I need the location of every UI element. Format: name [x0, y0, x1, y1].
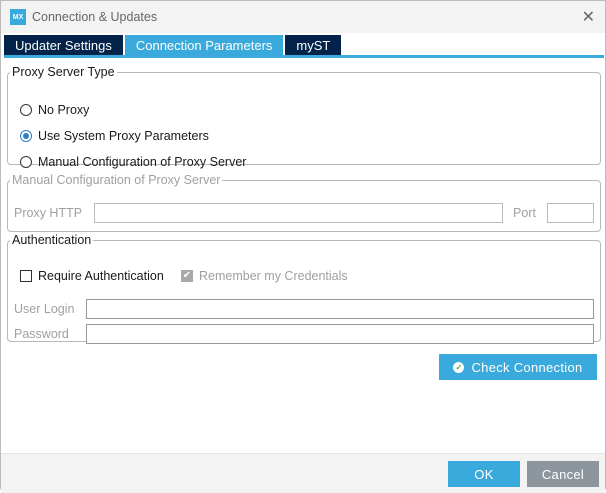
group-legend: Manual Configuration of Proxy Server [12, 173, 221, 187]
check-circle-icon: ✓ [453, 361, 465, 373]
checkbox-label: Remember my Credentials [199, 269, 348, 283]
user-login-label: User Login [14, 302, 75, 316]
password-input[interactable] [86, 324, 594, 344]
tab-myst[interactable]: myST [285, 35, 342, 55]
check-connection-button[interactable]: ✓ Check Connection [439, 354, 597, 380]
radio-system-proxy[interactable]: Use System Proxy Parameters [20, 129, 209, 143]
group-legend: Authentication [12, 233, 92, 247]
ok-button[interactable]: OK [448, 461, 520, 487]
close-icon[interactable]: ✕ [582, 7, 595, 27]
password-label: Password [14, 327, 69, 341]
window-title: Connection & Updates [32, 10, 158, 24]
user-login-input[interactable] [86, 299, 594, 319]
connection-updates-dialog: MX Connection & Updates ✕ Updater Settin… [0, 0, 606, 493]
port-input[interactable] [547, 203, 594, 223]
authentication-group: Authentication Require Authentication ✔ R… [7, 233, 601, 344]
radio-manual-proxy[interactable]: Manual Configuration of Proxy Server [20, 155, 246, 169]
remember-credentials-checkbox[interactable]: ✔ Remember my Credentials [181, 269, 348, 283]
tab-bar: Updater Settings Connection Parameters m… [4, 35, 343, 55]
radio-label: No Proxy [38, 103, 90, 117]
radio-label: Use System Proxy Parameters [38, 129, 209, 143]
require-authentication-checkbox[interactable]: Require Authentication [20, 269, 164, 283]
radio-no-proxy[interactable]: No Proxy [20, 103, 89, 117]
radio-selected-icon [20, 130, 32, 142]
tab-connection-parameters[interactable]: Connection Parameters [124, 35, 284, 55]
tab-underline [4, 55, 604, 58]
button-label: Check Connection [471, 359, 583, 375]
group-legend: Proxy Server Type [12, 65, 115, 79]
checkbox-label: Require Authentication [38, 269, 164, 283]
radio-icon [20, 156, 32, 168]
radio-icon [20, 104, 32, 116]
radio-label: Manual Configuration of Proxy Server [38, 155, 247, 169]
proxy-server-type-group: Proxy Server Type No Proxy Use System Pr… [7, 65, 601, 169]
proxy-http-label: Proxy HTTP [14, 206, 83, 220]
cancel-button[interactable]: Cancel [527, 461, 599, 487]
title-bar: MX Connection & Updates ✕ [1, 1, 605, 33]
dialog-footer: OK Cancel [1, 453, 605, 493]
mx-logo-icon: MX [10, 9, 26, 25]
checkbox-checked-icon: ✔ [181, 270, 193, 282]
port-label: Port [513, 206, 536, 220]
proxy-http-input[interactable] [94, 203, 503, 223]
checkbox-icon [20, 270, 32, 282]
manual-config-group: Manual Configuration of Proxy Server Pro… [7, 173, 601, 232]
tab-updater-settings[interactable]: Updater Settings [4, 35, 123, 55]
